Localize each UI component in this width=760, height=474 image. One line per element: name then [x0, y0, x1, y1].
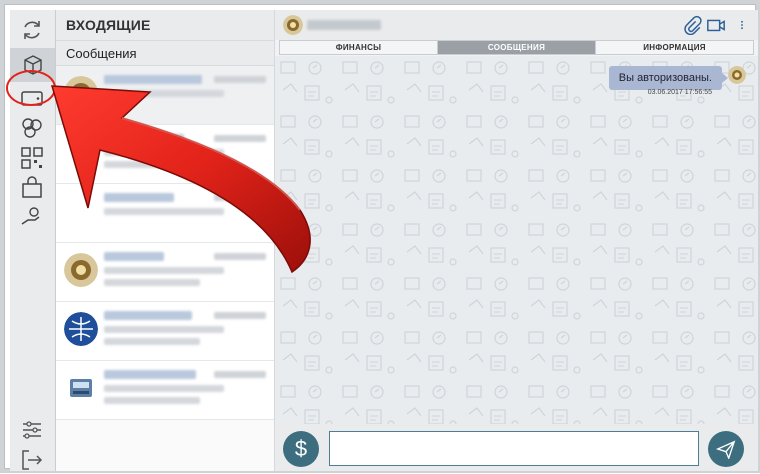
- avatar: [64, 253, 98, 287]
- inbox-title: ВХОДЯЩИЕ: [56, 10, 274, 40]
- list-item[interactable]: [56, 125, 274, 184]
- settings-sliders-icon[interactable]: [18, 416, 46, 444]
- list-item[interactable]: [56, 66, 274, 125]
- list-item[interactable]: [56, 184, 274, 243]
- tab-finances[interactable]: ФИНАНСЫ: [280, 41, 438, 54]
- send-icon[interactable]: [708, 431, 744, 467]
- tab-information[interactable]: ИНФОРМАЦИЯ: [596, 41, 753, 54]
- list-item[interactable]: [56, 361, 274, 420]
- coins-icon[interactable]: [18, 114, 46, 142]
- video-camera-icon[interactable]: [705, 14, 727, 36]
- tab-messages[interactable]: СООБЩЕНИЯ: [438, 41, 596, 54]
- logout-icon[interactable]: [18, 446, 46, 474]
- chat-header: [275, 10, 758, 40]
- wallet-highlight-circle: [6, 70, 56, 106]
- message-input[interactable]: [329, 431, 699, 466]
- refresh-icon[interactable]: [18, 16, 46, 44]
- more-vertical-icon[interactable]: [731, 14, 753, 36]
- chat-background: [275, 56, 758, 424]
- message-bubble: Вы авторизованы.: [608, 66, 729, 90]
- chat-tabs: ФИНАНСЫ СООБЩЕНИЯ ИНФОРМАЦИЯ: [279, 40, 754, 55]
- message-timestamp: 03.06.2017 17:56:55: [647, 89, 712, 96]
- qr-code-icon[interactable]: [18, 144, 46, 172]
- chat-panel: ФИНАНСЫ СООБЩЕНИЯ ИНФОРМАЦИЯ Вы авторизо…: [275, 10, 758, 471]
- paperclip-icon[interactable]: [681, 14, 703, 36]
- avatar: [283, 15, 303, 35]
- avatar: [64, 76, 98, 110]
- list-item[interactable]: [56, 243, 274, 302]
- shopping-bag-icon[interactable]: [18, 174, 46, 202]
- app-window: ВХОДЯЩИЕ Сообщения ФИНАНСЫ СООБЩЕНИЯ ИНФ…: [0, 0, 760, 473]
- messages-subheader[interactable]: Сообщения: [56, 40, 274, 66]
- avatar: [728, 66, 746, 84]
- avatar: [64, 312, 98, 346]
- list-item[interactable]: [56, 302, 274, 361]
- dollar-icon[interactable]: $: [283, 431, 319, 467]
- message-composer: $: [275, 424, 758, 471]
- inbox-panel: ВХОДЯЩИЕ Сообщения: [56, 10, 275, 471]
- avatar: [70, 379, 92, 397]
- hand-coin-icon[interactable]: [18, 204, 46, 232]
